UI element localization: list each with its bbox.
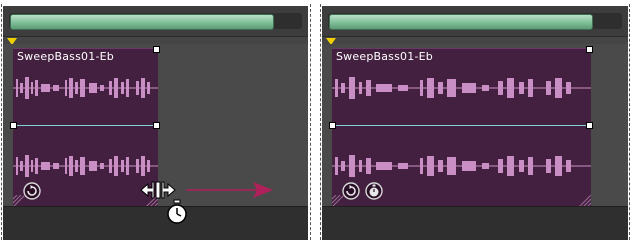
clip-title: SweepBass01-Eb	[17, 50, 114, 63]
clip-corner-handle[interactable]	[586, 46, 593, 53]
envelope-handle-right[interactable]	[153, 122, 160, 129]
resize-horizontal-cursor-icon	[140, 181, 176, 199]
track-footer	[322, 206, 628, 240]
timeline-ruler	[3, 6, 308, 37]
arrow-right-icon	[186, 182, 273, 198]
horizontal-scrollbar[interactable]	[9, 13, 302, 30]
clip-title: SweepBass01-Eb	[336, 50, 433, 63]
scrollbar-thumb[interactable]	[10, 14, 274, 30]
audio-clip[interactable]: SweepBass01-Eb	[10, 46, 160, 207]
before-panel: SweepBass01-Eb	[3, 6, 308, 240]
scrollbar-thumb[interactable]	[329, 14, 593, 30]
track-footer	[3, 206, 308, 240]
envelope-handle-right[interactable]	[586, 122, 593, 129]
after-panel: SweepBass01-Eb	[322, 6, 628, 240]
horizontal-scrollbar[interactable]	[328, 13, 622, 30]
volume-envelope-line[interactable]	[13, 125, 158, 126]
envelope-handle-left[interactable]	[329, 122, 336, 129]
loop-icon[interactable]	[342, 182, 360, 200]
loop-icon[interactable]	[23, 182, 41, 200]
stopwatch-icon	[167, 199, 187, 224]
envelope-handle-left[interactable]	[10, 122, 17, 129]
timeline-ruler	[322, 6, 628, 37]
volume-envelope-line[interactable]	[332, 125, 591, 126]
stretch-icon[interactable]	[365, 182, 383, 200]
audio-clip[interactable]: SweepBass01-Eb	[329, 46, 593, 207]
clip-corner-handle[interactable]	[153, 46, 160, 53]
